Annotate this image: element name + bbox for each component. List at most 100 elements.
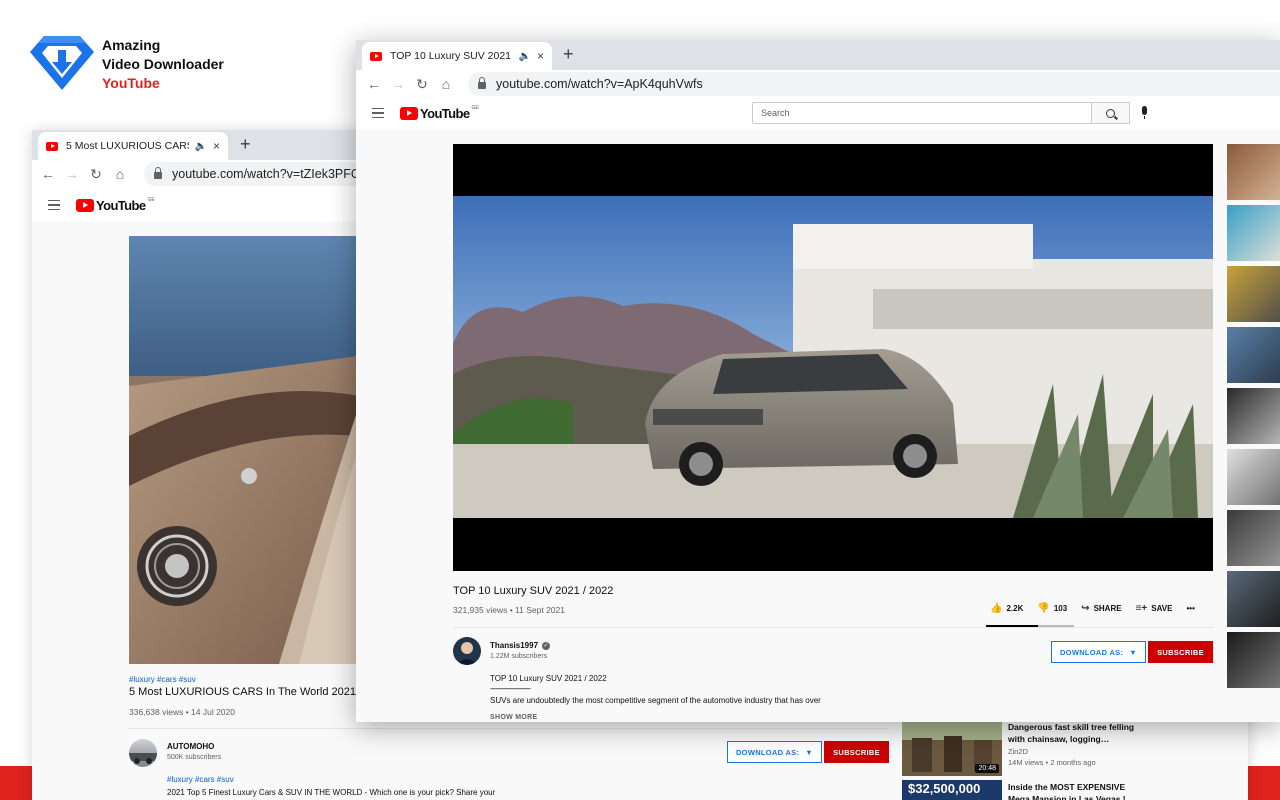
recommended-thumbnail[interactable] [1227, 632, 1280, 688]
back-arrow-icon[interactable]: ← [36, 166, 60, 182]
hamburger-menu-icon[interactable] [48, 200, 60, 210]
video-player[interactable] [453, 144, 1213, 571]
recommended-thumbnail[interactable] [1227, 449, 1280, 505]
dislike-button[interactable]: 👎 103 [1037, 603, 1067, 614]
home-icon[interactable]: ⌂ [434, 76, 458, 92]
browser-window-front: TOP 10 Luxury SUV 2021 / 20 🔈 × + ← → ↻ … [356, 40, 1280, 722]
channel-avatar[interactable] [453, 637, 481, 665]
youtube-logo[interactable]: YouTube GE [400, 105, 479, 121]
back-arrow-icon[interactable]: ← [362, 76, 386, 92]
share-button[interactable]: ↪ SHARE [1081, 603, 1121, 614]
divider [129, 728, 888, 729]
car-avatar-icon [129, 753, 157, 764]
microphone-icon[interactable] [1142, 106, 1147, 119]
recommended-thumbnail[interactable] [1227, 266, 1280, 322]
subscriber-count: 1.22M subscribers [490, 653, 548, 660]
channel-name[interactable]: AUTOMOHO [167, 742, 214, 751]
close-tab-icon[interactable]: × [537, 49, 544, 63]
hamburger-menu-icon[interactable] [372, 108, 384, 118]
video-duration: 20:48 [975, 764, 999, 773]
save-playlist-icon: ≡+ [1135, 603, 1148, 614]
dropdown-icon: ▼ [805, 747, 814, 757]
divider [453, 627, 1213, 628]
channel-name-row[interactable]: Thansis1997 ✓ [490, 641, 551, 650]
youtube-wordmark: YouTube [96, 197, 146, 213]
recommended-thumbnail[interactable] [1227, 510, 1280, 566]
channel-avatar[interactable] [129, 739, 157, 767]
video-title: TOP 10 Luxury SUV 2021 / 2022 [453, 585, 614, 597]
video-actions: 👍 2.2K 👎 103 ↪ SHARE ≡+ SAVE ••• [990, 603, 1209, 614]
recommended-thumbnail[interactable] [1227, 205, 1280, 261]
brand-line-3: YouTube [102, 75, 160, 91]
recommended-thumbnail[interactable] [1227, 327, 1280, 383]
recommended-thumbnail[interactable]: 20:48 [902, 722, 1002, 776]
url-text: youtube.com/watch?v=ApK4quhVwfs [496, 77, 703, 91]
dislike-count: 103 [1053, 604, 1068, 613]
show-more-button[interactable]: SHOW MORE [490, 714, 537, 721]
like-ratio-bar [986, 625, 1074, 627]
luxury-suv-video-frame [453, 196, 1213, 518]
thumbs-up-icon: 👍 [990, 603, 1003, 614]
home-icon[interactable]: ⌂ [108, 166, 132, 182]
like-count: 2.2K [1006, 604, 1024, 613]
url-text: youtube.com/watch?v=tZIek3PFOW4 [172, 167, 380, 181]
forward-arrow-icon[interactable]: → [386, 76, 410, 92]
address-bar[interactable]: youtube.com/watch?v=ApK4quhVwfs [468, 72, 1280, 96]
thumbs-down-icon: 👎 [1037, 603, 1050, 614]
recommended-meta: 14M views • 2 months ago [1008, 758, 1096, 767]
video-views-date: 336,638 views • 14 Jul 2020 [129, 707, 235, 717]
recommended-title[interactable]: Dangerous fast skill tree felling with c… [1008, 721, 1138, 745]
more-actions-button[interactable]: ••• [1186, 604, 1194, 613]
like-button[interactable]: 👍 2.2K [990, 603, 1023, 614]
reload-icon[interactable]: ↻ [410, 76, 434, 93]
channel-name: Thansis1997 [490, 641, 539, 650]
new-tab-button[interactable]: + [240, 135, 251, 153]
new-tab-button[interactable]: + [563, 45, 574, 63]
recommended-thumbnail[interactable] [1227, 571, 1280, 627]
close-tab-icon[interactable]: × [213, 139, 220, 153]
recommended-title[interactable]: Inside the MOST EXPENSIVE Mega Mansion i… [1008, 781, 1138, 800]
recommended-thumbnail[interactable] [1227, 144, 1280, 200]
browser-tab[interactable]: TOP 10 Luxury SUV 2021 / 20 🔈 × [362, 42, 552, 70]
download-shield-icon [30, 36, 94, 90]
description-hashtags[interactable]: #luxury #cars #suv [167, 775, 234, 784]
verified-check-icon: ✓ [542, 641, 551, 650]
download-label: DOWNLOAD AS: [735, 747, 800, 757]
video-player[interactable] [129, 236, 359, 664]
download-as-button[interactable]: DOWNLOAD AS: ▼ [727, 741, 822, 763]
lock-icon [478, 77, 486, 89]
subscribe-button[interactable]: SUBSCRIBE [824, 741, 889, 763]
youtube-play-icon [76, 198, 94, 212]
recommended-rail [1227, 144, 1280, 693]
recommended-channel[interactable]: Zin2D [1008, 746, 1028, 757]
youtube-logo[interactable]: YouTube GE [76, 197, 155, 213]
search-input[interactable]: Search [752, 102, 1092, 124]
tab-title: 5 Most LUXURIOUS CARS In [66, 140, 189, 152]
download-label: DOWNLOAD AS: [1059, 647, 1124, 657]
speaker-icon[interactable]: 🔈 [195, 141, 207, 152]
youtube-play-icon [400, 106, 418, 120]
recommended-thumbnail[interactable]: $32,500,000 [902, 780, 1002, 800]
search-button[interactable] [1092, 102, 1130, 124]
share-label: SHARE [1093, 604, 1122, 613]
youtube-favicon-icon [370, 51, 382, 61]
reload-icon[interactable]: ↻ [84, 166, 108, 183]
video-hashtags[interactable]: #luxury #cars #suv [129, 675, 196, 684]
browser-tab[interactable]: 5 Most LUXURIOUS CARS In 🔈 × [38, 132, 228, 160]
video-views-date: 321,935 views • 11 Sept 2021 [453, 605, 565, 615]
description-line: TOP 10 Luxury SUV 2021 / 2022 [490, 674, 607, 683]
youtube-favicon-icon [46, 141, 58, 151]
brand-logo: Amazing Video Downloader YouTube [30, 34, 224, 93]
subscribe-button[interactable]: SUBSCRIBE [1148, 641, 1213, 663]
video-title: 5 Most LUXURIOUS CARS In The World 2021 [129, 686, 357, 698]
omnibar: ← → ↻ ⌂ youtube.com/watch?v=ApK4quhVwfs [356, 70, 1280, 98]
speaker-icon[interactable]: 🔈 [519, 51, 531, 62]
forward-arrow-icon[interactable]: → [60, 166, 84, 182]
youtube-wordmark: YouTube [420, 105, 470, 121]
share-icon: ↪ [1081, 603, 1090, 614]
download-as-button[interactable]: DOWNLOAD AS: ▼ [1051, 641, 1146, 663]
recommended-thumbnail[interactable] [1227, 388, 1280, 444]
save-button[interactable]: ≡+ SAVE [1136, 603, 1173, 614]
brand-line-1: Amazing [102, 37, 161, 53]
car-interior-thumbnail [129, 236, 359, 664]
